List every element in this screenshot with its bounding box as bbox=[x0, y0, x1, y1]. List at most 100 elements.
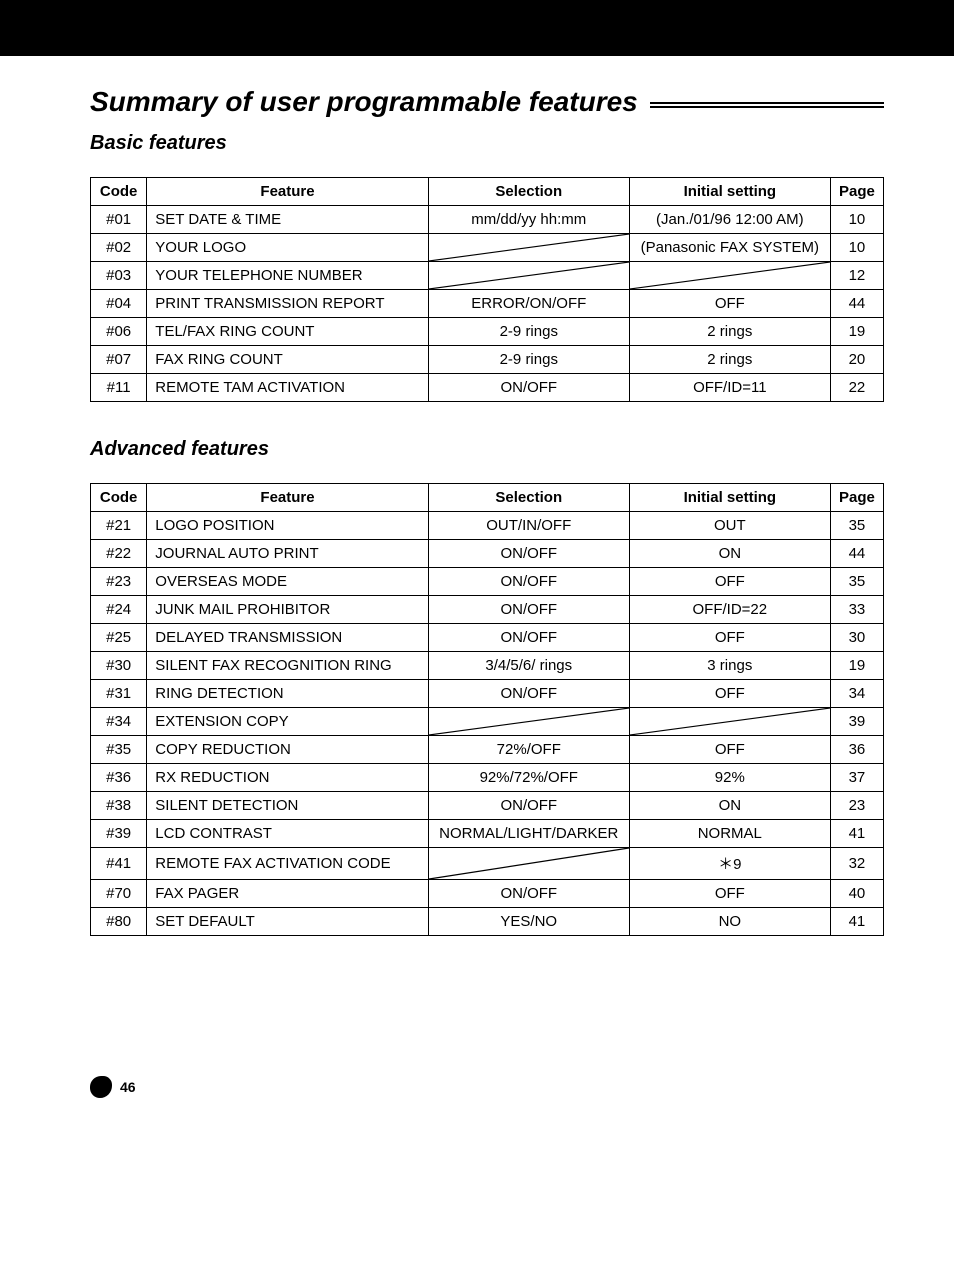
cell-selection: 3/4/5/6/ rings bbox=[428, 652, 629, 680]
cell-feature: LCD CONTRAST bbox=[147, 820, 428, 848]
page-title: Summary of user programmable features bbox=[90, 86, 884, 118]
cell-page: 19 bbox=[830, 652, 883, 680]
cell-code: #03 bbox=[91, 262, 147, 290]
page-title-text: Summary of user programmable features bbox=[90, 86, 638, 118]
cell-selection: ON/OFF bbox=[428, 596, 629, 624]
cell-code: #11 bbox=[91, 374, 147, 402]
cell-initial: NO bbox=[629, 908, 830, 936]
col-selection: Selection bbox=[428, 484, 629, 512]
col-code: Code bbox=[91, 178, 147, 206]
cell-feature: JOURNAL AUTO PRINT bbox=[147, 540, 428, 568]
cell-feature: SILENT FAX RECOGNITION RING bbox=[147, 652, 428, 680]
cell-feature: DELAYED TRANSMISSION bbox=[147, 624, 428, 652]
cell-feature: OVERSEAS MODE bbox=[147, 568, 428, 596]
cell-page: 19 bbox=[830, 318, 883, 346]
cell-code: #70 bbox=[91, 880, 147, 908]
table-header-row: Code Feature Selection Initial setting P… bbox=[91, 178, 884, 206]
cell-code: #04 bbox=[91, 290, 147, 318]
cell-feature: SILENT DETECTION bbox=[147, 792, 428, 820]
table-row: #03YOUR TELEPHONE NUMBER 12 bbox=[91, 262, 884, 290]
cell-code: #07 bbox=[91, 346, 147, 374]
cell-selection: 92%/72%/OFF bbox=[428, 764, 629, 792]
cell-initial: ON bbox=[629, 792, 830, 820]
cell-selection bbox=[428, 234, 629, 262]
cell-feature: YOUR LOGO bbox=[147, 234, 428, 262]
col-selection: Selection bbox=[428, 178, 629, 206]
cell-feature: FAX PAGER bbox=[147, 880, 428, 908]
cell-selection bbox=[428, 262, 629, 290]
cell-feature: RING DETECTION bbox=[147, 680, 428, 708]
cell-code: #02 bbox=[91, 234, 147, 262]
cell-feature: LOGO POSITION bbox=[147, 512, 428, 540]
table-header-row: Code Feature Selection Initial setting P… bbox=[91, 484, 884, 512]
cell-code: #24 bbox=[91, 596, 147, 624]
cell-selection: YES/NO bbox=[428, 908, 629, 936]
cell-feature: RX REDUCTION bbox=[147, 764, 428, 792]
cell-page: 37 bbox=[830, 764, 883, 792]
cell-initial: NORMAL bbox=[629, 820, 830, 848]
cell-selection bbox=[428, 708, 629, 736]
cell-feature: EXTENSION COPY bbox=[147, 708, 428, 736]
cell-initial: ON bbox=[629, 540, 830, 568]
cell-code: #80 bbox=[91, 908, 147, 936]
cell-code: #30 bbox=[91, 652, 147, 680]
cell-page: 34 bbox=[830, 680, 883, 708]
cell-selection: ON/OFF bbox=[428, 374, 629, 402]
page-number: 46 bbox=[120, 1079, 136, 1095]
cell-code: #39 bbox=[91, 820, 147, 848]
page-content: Summary of user programmable features Ba… bbox=[0, 56, 954, 1138]
cell-page: 35 bbox=[830, 568, 883, 596]
cell-initial: (Panasonic FAX SYSTEM) bbox=[629, 234, 830, 262]
cell-feature: FAX RING COUNT bbox=[147, 346, 428, 374]
col-feature: Feature bbox=[147, 484, 428, 512]
cell-selection: 72%/OFF bbox=[428, 736, 629, 764]
cell-code: #22 bbox=[91, 540, 147, 568]
cell-code: #21 bbox=[91, 512, 147, 540]
cell-feature: JUNK MAIL PROHIBITOR bbox=[147, 596, 428, 624]
cell-page: 41 bbox=[830, 908, 883, 936]
cell-page: 12 bbox=[830, 262, 883, 290]
cell-initial: OFF bbox=[629, 880, 830, 908]
cell-page: 44 bbox=[830, 290, 883, 318]
cell-page: 22 bbox=[830, 374, 883, 402]
cell-code: #31 bbox=[91, 680, 147, 708]
cell-selection: ERROR/ON/OFF bbox=[428, 290, 629, 318]
cell-selection bbox=[428, 848, 629, 880]
table-row: #04PRINT TRANSMISSION REPORTERROR/ON/OFF… bbox=[91, 290, 884, 318]
col-initial: Initial setting bbox=[629, 484, 830, 512]
cell-page: 39 bbox=[830, 708, 883, 736]
cell-page: 32 bbox=[830, 848, 883, 880]
cell-initial: 2 rings bbox=[629, 346, 830, 374]
col-code: Code bbox=[91, 484, 147, 512]
cell-feature: YOUR TELEPHONE NUMBER bbox=[147, 262, 428, 290]
advanced-heading: Advanced features bbox=[90, 438, 884, 461]
cell-page: 44 bbox=[830, 540, 883, 568]
cell-code: #23 bbox=[91, 568, 147, 596]
cell-feature: REMOTE TAM ACTIVATION bbox=[147, 374, 428, 402]
cell-page: 33 bbox=[830, 596, 883, 624]
cell-code: #06 bbox=[91, 318, 147, 346]
cell-selection: mm/dd/yy hh:mm bbox=[428, 206, 629, 234]
table-row: #23OVERSEAS MODEON/OFFOFF35 bbox=[91, 568, 884, 596]
cell-page: 23 bbox=[830, 792, 883, 820]
page-number-area: 46 bbox=[90, 1076, 884, 1098]
table-row: #31RING DETECTIONON/OFFOFF34 bbox=[91, 680, 884, 708]
cell-feature: TEL/FAX RING COUNT bbox=[147, 318, 428, 346]
cell-page: 41 bbox=[830, 820, 883, 848]
cell-initial bbox=[629, 708, 830, 736]
cell-selection: ON/OFF bbox=[428, 792, 629, 820]
cell-initial: ＊9 bbox=[629, 848, 830, 880]
cell-code: #25 bbox=[91, 624, 147, 652]
scan-top-band bbox=[0, 0, 954, 56]
table-row: #01SET DATE & TIMEmm/dd/yy hh:mm(Jan./01… bbox=[91, 206, 884, 234]
cell-feature: COPY REDUCTION bbox=[147, 736, 428, 764]
cell-page: 10 bbox=[830, 206, 883, 234]
table-row: #22JOURNAL AUTO PRINTON/OFFON44 bbox=[91, 540, 884, 568]
cell-code: #34 bbox=[91, 708, 147, 736]
cell-code: #36 bbox=[91, 764, 147, 792]
cell-selection: ON/OFF bbox=[428, 880, 629, 908]
cell-selection: ON/OFF bbox=[428, 680, 629, 708]
cell-feature: REMOTE FAX ACTIVATION CODE bbox=[147, 848, 428, 880]
table-row: #02YOUR LOGO(Panasonic FAX SYSTEM)10 bbox=[91, 234, 884, 262]
table-row: #07FAX RING COUNT2-9 rings2 rings20 bbox=[91, 346, 884, 374]
